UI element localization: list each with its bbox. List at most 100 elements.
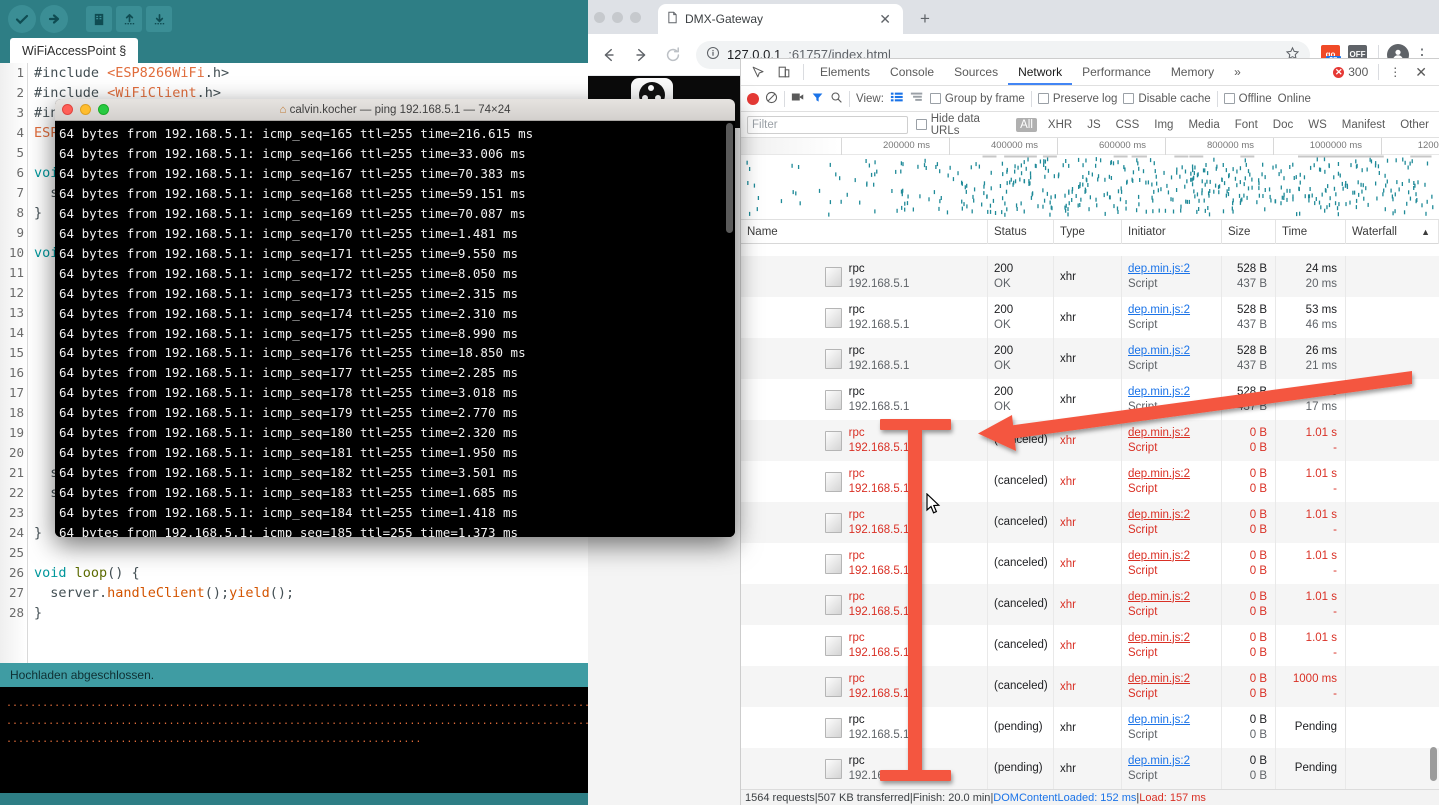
- terminal-scrollbar[interactable]: [726, 123, 733, 233]
- request-name-cell[interactable]: rpc 192.168.5.1: [741, 666, 988, 707]
- tab-sources[interactable]: Sources: [944, 59, 1008, 85]
- open-sketch-button[interactable]: [116, 6, 142, 32]
- filter-type-xhr[interactable]: XHR: [1044, 118, 1076, 132]
- column-header-name[interactable]: Name: [741, 219, 988, 244]
- filter-type-other[interactable]: Other: [1396, 118, 1433, 132]
- initiator-link[interactable]: dep.min.js:2: [1128, 344, 1221, 359]
- column-header-initiator[interactable]: Initiator: [1122, 219, 1222, 244]
- request-name-cell[interactable]: rpc 192.168.5.1: [741, 584, 988, 625]
- initiator-link[interactable]: dep.min.js:2: [1128, 385, 1221, 400]
- tab-memory[interactable]: Memory: [1161, 59, 1224, 85]
- verify-button[interactable]: [8, 5, 36, 33]
- filter-input[interactable]: Filter: [747, 115, 909, 134]
- device-toolbar-icon[interactable]: [771, 60, 797, 84]
- tab-console[interactable]: Console: [880, 59, 944, 85]
- back-icon[interactable]: [594, 40, 624, 70]
- table-row[interactable]: rpc 192.168.5.1 (canceled) xhr dep.min.js:2 S…: [741, 666, 1439, 707]
- new-sketch-button[interactable]: [86, 6, 112, 32]
- request-name-cell[interactable]: rpc 192.168.5.1: [741, 707, 988, 748]
- initiator-cell[interactable]: dep.min.js:2 Script: [1122, 748, 1222, 789]
- table-row[interactable]: rpc 192.168.5.1 200 OK xhr dep.min.js:2 Script…: [741, 338, 1439, 379]
- checkbox-box[interactable]: [1223, 93, 1235, 104]
- save-sketch-button[interactable]: [146, 6, 172, 32]
- request-name-cell[interactable]: rpc 192.168.5.1: [741, 420, 988, 461]
- initiator-cell[interactable]: dep.min.js:2 Script: [1122, 666, 1222, 707]
- clear-icon[interactable]: [765, 91, 778, 107]
- new-tab-button[interactable]: +: [914, 9, 936, 31]
- table-row[interactable]: rpc 192.168.5.1 (canceled) xhr dep.min.js:2 S…: [741, 461, 1439, 502]
- initiator-cell[interactable]: dep.min.js:2 Script: [1122, 461, 1222, 502]
- network-request-list[interactable]: rpc 192.168.5.1 200 OK xhr dep.min.js:2 Script…: [741, 256, 1439, 789]
- column-header-size[interactable]: Size: [1222, 219, 1276, 244]
- initiator-link[interactable]: dep.min.js:2: [1128, 262, 1221, 277]
- sketch-tab[interactable]: WiFiAccessPoint §: [10, 38, 139, 63]
- initiator-cell[interactable]: dep.min.js:2 Script: [1122, 420, 1222, 461]
- table-row[interactable]: rpc 192.168.5.1 200 OK xhr dep.min.js:2 Script…: [741, 379, 1439, 420]
- forward-icon[interactable]: [626, 40, 656, 70]
- preserve-log-checkbox[interactable]: Preserve log: [1037, 93, 1117, 105]
- request-name-cell[interactable]: rpc 192.168.5.1: [741, 461, 988, 502]
- initiator-link[interactable]: dep.min.js:2: [1128, 426, 1221, 441]
- initiator-link[interactable]: dep.min.js:2: [1128, 672, 1221, 687]
- initiator-cell[interactable]: dep.min.js:2 Script: [1122, 379, 1222, 420]
- table-row[interactable]: rpc 192.168.5.1 (canceled) xhr dep.min.js:2 S…: [741, 420, 1439, 461]
- initiator-cell[interactable]: dep.min.js:2 Script: [1122, 502, 1222, 543]
- filter-type-js[interactable]: JS: [1083, 118, 1104, 132]
- browser-tab[interactable]: DMX-Gateway ✕: [658, 4, 903, 34]
- close-window-button[interactable]: [594, 12, 605, 23]
- initiator-link[interactable]: dep.min.js:2: [1128, 713, 1221, 728]
- devtools-close-icon[interactable]: ✕: [1411, 64, 1431, 81]
- filter-type-doc[interactable]: Doc: [1269, 118, 1297, 132]
- request-name-cell[interactable]: rpc 192.168.5.1: [741, 625, 988, 666]
- terminal-title-bar[interactable]: ⌂ calvin.kocher — ping 192.168.5.1 — 74×…: [55, 99, 735, 121]
- page-info-icon[interactable]: [706, 46, 720, 63]
- table-row[interactable]: rpc 192.168.5.1 (canceled) xhr dep.min.js:2 S…: [741, 502, 1439, 543]
- request-name-cell[interactable]: rpc 192.168.5.1: [741, 256, 988, 297]
- table-row[interactable]: rpc 192.168.5.1 (canceled) xhr dep.min.js:2 S…: [741, 625, 1439, 666]
- reload-icon[interactable]: [658, 40, 688, 70]
- table-row[interactable]: rpc 192.168.5.1 (pending) xhr dep.min.js:2 Sc…: [741, 707, 1439, 748]
- initiator-cell[interactable]: dep.min.js:2 Script: [1122, 584, 1222, 625]
- initiator-link[interactable]: dep.min.js:2: [1128, 631, 1221, 646]
- initiator-link[interactable]: dep.min.js:2: [1128, 467, 1221, 482]
- filter-type-img[interactable]: Img: [1150, 118, 1177, 132]
- tab-performance[interactable]: Performance: [1072, 59, 1161, 85]
- minimize-window-button[interactable]: [612, 12, 623, 23]
- online-throttle-select[interactable]: Online: [1278, 93, 1311, 105]
- offline-checkbox[interactable]: Offline: [1223, 93, 1272, 105]
- filter-type-media[interactable]: Media: [1184, 118, 1223, 132]
- checkbox-box[interactable]: [916, 119, 927, 130]
- initiator-cell[interactable]: dep.min.js:2 Script: [1122, 338, 1222, 379]
- initiator-cell[interactable]: dep.min.js:2 Script: [1122, 707, 1222, 748]
- filter-type-font[interactable]: Font: [1231, 118, 1262, 132]
- filter-type-ws[interactable]: WS: [1304, 118, 1331, 132]
- checkbox-box[interactable]: [1123, 93, 1135, 104]
- initiator-cell[interactable]: dep.min.js:2 Script: [1122, 543, 1222, 584]
- tab-elements[interactable]: Elements: [810, 59, 880, 85]
- request-name-cell[interactable]: rpc 192.168.5.1: [741, 543, 988, 584]
- column-header-status[interactable]: Status: [988, 219, 1054, 244]
- request-name-cell[interactable]: rpc 192.168.5.1: [741, 502, 988, 543]
- view-waterfall-icon[interactable]: [910, 91, 924, 106]
- group-by-frame-checkbox[interactable]: Group by frame: [929, 93, 1025, 105]
- tab-overflow[interactable]: »: [1224, 59, 1251, 85]
- checkbox-box[interactable]: [929, 93, 941, 104]
- initiator-link[interactable]: dep.min.js:2: [1128, 549, 1221, 564]
- inspect-element-icon[interactable]: [745, 60, 771, 84]
- request-name-cell[interactable]: rpc 192.168.5.1: [741, 338, 988, 379]
- maximize-window-button[interactable]: [630, 12, 641, 23]
- initiator-link[interactable]: dep.min.js:2: [1128, 590, 1221, 605]
- initiator-link[interactable]: dep.min.js:2: [1128, 508, 1221, 523]
- column-header-time[interactable]: Time: [1276, 219, 1346, 244]
- table-row[interactable]: rpc 192.168.5.1 200 OK xhr dep.min.js:2 Script…: [741, 256, 1439, 297]
- table-row[interactable]: rpc 192.168.5.1 200 OK xhr dep.min.js:2 Script…: [741, 297, 1439, 338]
- terminal-window[interactable]: ⌂ calvin.kocher — ping 192.168.5.1 — 74×…: [55, 99, 735, 537]
- tab-network[interactable]: Network: [1008, 59, 1073, 85]
- request-name-cell[interactable]: rpc 192.168.5.1: [741, 297, 988, 338]
- hide-data-urls-checkbox[interactable]: Hide data URLs: [916, 113, 1008, 137]
- network-list-scrollbar[interactable]: [1430, 747, 1437, 781]
- initiator-cell[interactable]: dep.min.js:2 Script: [1122, 297, 1222, 338]
- table-row[interactable]: rpc 192.168.5.1 (pending) xhr dep.min.js:2 Sc…: [741, 748, 1439, 789]
- initiator-cell[interactable]: dep.min.js:2 Script: [1122, 625, 1222, 666]
- initiator-link[interactable]: dep.min.js:2: [1128, 754, 1221, 769]
